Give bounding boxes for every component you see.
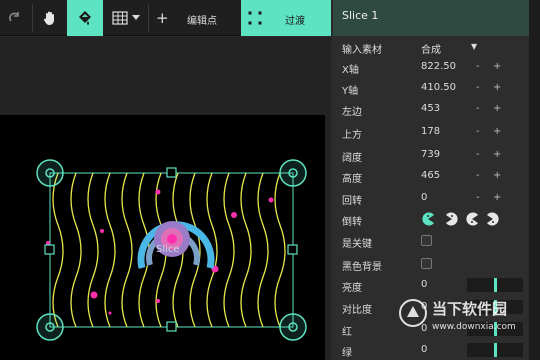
increment-button[interactable]: + — [493, 170, 501, 181]
add-keypoint-button[interactable]: + 编辑点 — [150, 0, 240, 36]
decrement-button[interactable]: - — [476, 126, 480, 137]
chevron-down-icon[interactable]: ▼ — [471, 42, 477, 51]
fill-tool-button[interactable] — [67, 0, 103, 36]
decrement-button[interactable]: - — [476, 103, 480, 114]
height-field[interactable]: 465 — [421, 170, 440, 181]
toolbar-divider — [148, 4, 149, 32]
black-background-checkbox[interactable] — [421, 258, 432, 269]
left-field[interactable]: 453 — [421, 103, 440, 114]
flip-vertical-icon[interactable] — [465, 212, 479, 226]
prop-row-flip: 倒转 — [333, 209, 529, 229]
prop-label: 阔度 — [342, 153, 362, 164]
add-keypoint-label: 编辑点 — [187, 16, 217, 27]
prop-label: 亮度 — [342, 283, 362, 294]
rotation-field[interactable]: 0 — [421, 192, 427, 203]
brightness-value[interactable]: 0 — [421, 279, 427, 290]
y-field[interactable]: 410.50 — [421, 82, 456, 93]
prop-label: 高度 — [342, 174, 362, 185]
prop-label: 红 — [342, 327, 352, 338]
increment-button[interactable]: + — [493, 126, 501, 137]
brand-logo-icon — [399, 299, 427, 327]
slice-label: Slice — [156, 244, 180, 255]
toolbar-divider — [32, 4, 33, 32]
redo-button[interactable] — [0, 0, 30, 36]
prop-label: 回转 — [342, 196, 362, 207]
app-window: { "toolbar": { "add_keypoint_label": "编辑… — [0, 0, 540, 360]
is-key-checkbox[interactable] — [421, 235, 432, 246]
output-stage[interactable]: Slice — [0, 115, 325, 360]
prop-label: 倒转 — [342, 217, 362, 228]
decrement-button[interactable]: - — [476, 149, 480, 160]
plus-icon: + — [156, 9, 169, 27]
width-field[interactable]: 739 — [421, 149, 440, 160]
paint-bucket-icon — [79, 11, 91, 25]
increment-button[interactable]: + — [493, 192, 501, 203]
transition-button[interactable]: 过渡 — [241, 0, 331, 36]
green-value[interactable]: 0 — [421, 344, 427, 355]
prop-label: 是关键 — [342, 239, 372, 250]
prop-label: 输入素材 — [342, 45, 382, 56]
prop-row-input-source: 输入素材 合成 ▼ — [333, 37, 529, 57]
prop-row-is-key: 是关键 — [333, 231, 529, 251]
flip-both-icon[interactable] — [486, 212, 500, 226]
prop-row-black-bg: 黑色背景 — [333, 254, 529, 274]
watermark: 当下软件园 www.downxia.com — [398, 294, 528, 344]
decrement-button[interactable]: - — [476, 82, 480, 93]
transition-label: 过渡 — [285, 16, 305, 27]
decrement-button[interactable]: - — [476, 170, 480, 181]
flip-horizontal-icon[interactable] — [445, 212, 459, 226]
transform-points-icon — [248, 11, 262, 25]
prop-label: 绿 — [342, 348, 352, 359]
hand-icon — [43, 11, 54, 25]
hand-tool-button[interactable] — [34, 0, 66, 36]
brand-url: www.downxia.com — [432, 322, 516, 332]
prop-row-y: Y轴 410.50 - + — [333, 78, 529, 98]
increment-button[interactable]: + — [493, 103, 501, 114]
prop-label: 黑色背景 — [342, 262, 382, 273]
increment-button[interactable]: + — [493, 61, 501, 72]
decrement-button[interactable]: - — [476, 192, 480, 203]
x-field[interactable]: 822.50 — [421, 61, 456, 72]
prop-row-x: X轴 822.50 - + — [333, 57, 529, 77]
grid-dropdown-button[interactable] — [106, 0, 146, 36]
prop-label: 上方 — [342, 130, 362, 141]
flip-normal-icon[interactable] — [421, 212, 435, 226]
prop-row-width: 阔度 739 - + — [333, 145, 529, 165]
panel-title: Slice 1 — [333, 0, 529, 36]
prop-row-top: 上方 178 - + — [333, 122, 529, 142]
brand-name: 当下软件园 — [432, 300, 508, 318]
prop-label: 对比度 — [342, 305, 372, 316]
slider-handle[interactable] — [494, 278, 497, 292]
prop-row-left: 左边 453 - + — [333, 99, 529, 119]
prop-label: 左边 — [342, 107, 362, 118]
increment-button[interactable]: + — [493, 149, 501, 160]
prop-label: X轴 — [342, 65, 359, 76]
prop-row-brightness: 亮度 0 — [333, 275, 529, 295]
toolbar: + 编辑点 过渡 — [0, 0, 331, 36]
decrement-button[interactable]: - — [476, 61, 480, 72]
chevron-down-icon — [132, 15, 140, 20]
redo-icon — [9, 12, 19, 22]
grid-icon — [112, 11, 128, 25]
slider-handle[interactable] — [494, 343, 497, 357]
prop-label: Y轴 — [342, 86, 359, 97]
prop-row-height: 高度 465 - + — [333, 166, 529, 186]
prop-row-rotation: 回转 0 - + — [333, 188, 529, 208]
panel-scrollbar[interactable] — [529, 0, 540, 360]
increment-button[interactable]: + — [493, 82, 501, 93]
top-field[interactable]: 178 — [421, 126, 440, 137]
input-source-select[interactable]: 合成 — [421, 41, 441, 56]
slice-canvas: Slice — [36, 159, 307, 341]
